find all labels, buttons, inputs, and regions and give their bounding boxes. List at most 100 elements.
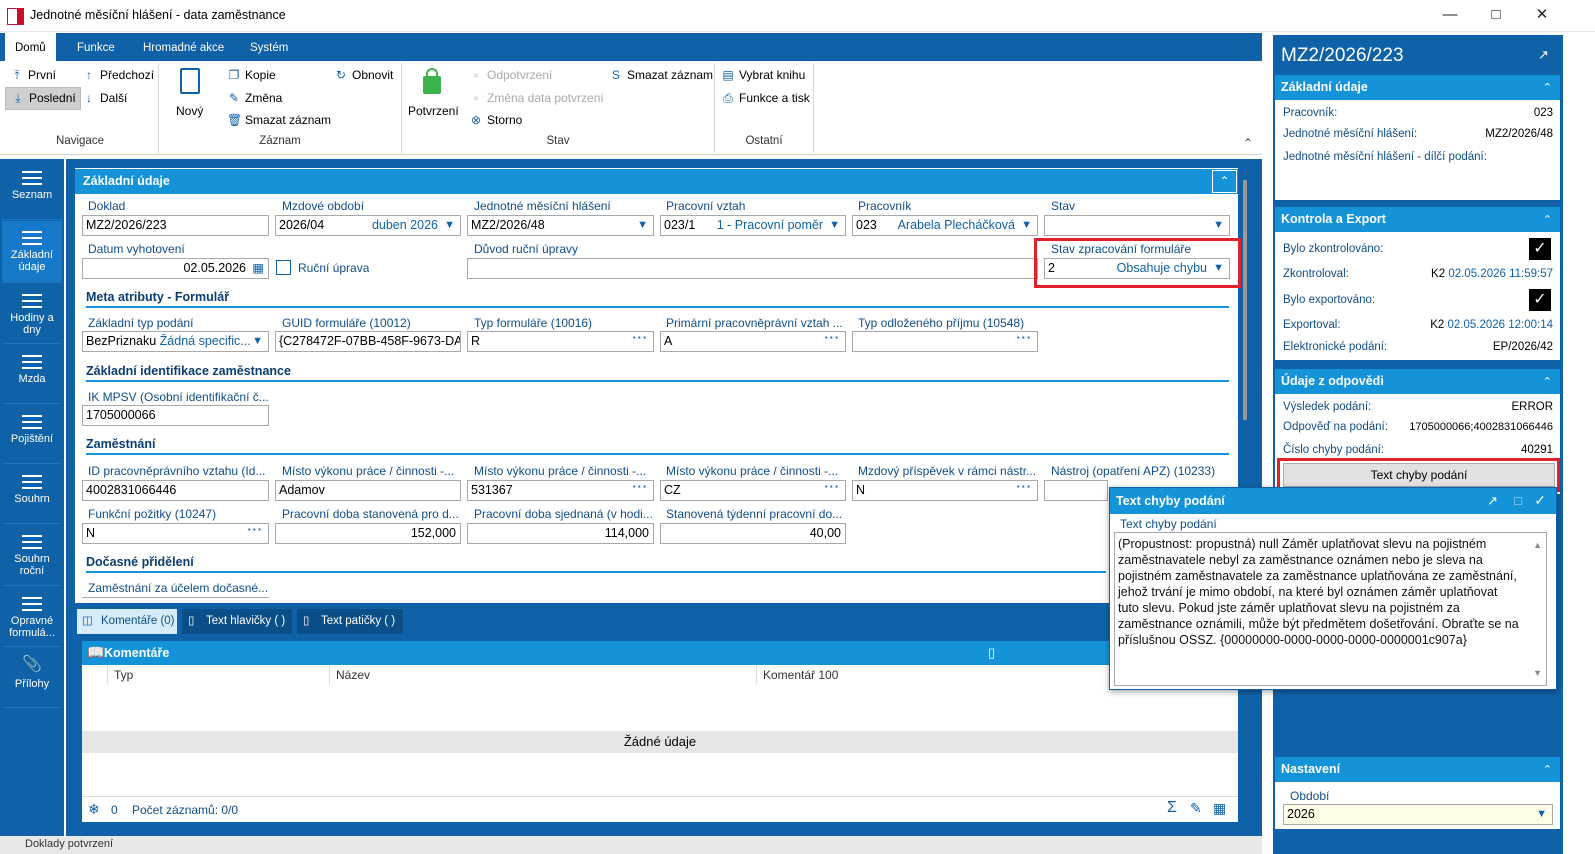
close-icon[interactable]: ✕ <box>1519 0 1565 32</box>
stav-select[interactable]: ▼ <box>1044 215 1230 236</box>
obdobi-select[interactable]: 2026 ▼ <box>1283 804 1553 825</box>
storno-button[interactable]: ⊗ Storno <box>469 113 522 127</box>
tab-domu[interactable]: Domů <box>5 33 56 61</box>
doba-sjednana-input[interactable]: 114,000 <box>467 523 654 544</box>
minimize-icon[interactable]: — <box>1427 0 1473 32</box>
chevron-up-icon[interactable]: ⌃ <box>1543 375 1552 388</box>
confirm-check-icon[interactable]: ✓ <box>1534 492 1546 509</box>
tab-system[interactable]: Systém <box>240 33 298 61</box>
collapse-ribbon-icon[interactable]: ⌃ <box>1243 136 1253 150</box>
pracovni-vztah-select[interactable]: 023/1 1 - Pracovní poměr ▼ <box>660 215 846 236</box>
chevron-up-icon[interactable]: ⌃ <box>1543 81 1552 94</box>
rucni-uprava-checkbox[interactable] <box>276 260 291 275</box>
mzdovy-prispevek-input[interactable]: N ··· <box>852 480 1038 501</box>
datum-vyhotoveni-input[interactable]: 02.05.2026 ▦ <box>82 258 269 279</box>
nastroj-input[interactable] <box>1044 480 1108 501</box>
doklad-input[interactable]: MZ2/2026/223 <box>82 215 269 236</box>
new-document-icon[interactable] <box>180 68 200 94</box>
sidenav-mzda[interactable]: Mzda <box>2 345 62 404</box>
sidenav-zakladni-udaje[interactable]: Základní údaje <box>2 221 62 283</box>
ellipsis-icon[interactable]: ··· <box>825 332 841 348</box>
primarni-vztah-label: Primární pracovněprávní vztah ... <box>666 316 843 330</box>
scroll-down-icon[interactable]: ▼ <box>1533 665 1542 681</box>
typ-odlozeneho-input[interactable]: ··· <box>852 331 1038 352</box>
tab-text-hlavicky[interactable]: ▯ Text hlavičky ( ) <box>182 609 292 634</box>
funkcni-pozitky-input[interactable]: N ··· <box>82 523 269 544</box>
sidenav-seznam[interactable]: Seznam <box>2 161 62 220</box>
misto1-input[interactable]: Adamov <box>275 480 461 501</box>
jmh-select[interactable]: MZ2/2026/48 ▼ <box>467 215 654 236</box>
primarni-vztah-input[interactable]: A ··· <box>660 331 846 352</box>
ellipsis-icon[interactable]: ··· <box>825 481 841 497</box>
snowflake-icon[interactable]: ❄ <box>88 801 100 818</box>
zamestnani-ucel-input[interactable] <box>82 597 269 603</box>
refresh-button[interactable]: ↻ Obnovit <box>334 68 393 82</box>
sidenav-pojisteni[interactable]: Pojištění <box>2 405 62 464</box>
ellipsis-icon[interactable]: ··· <box>633 481 649 497</box>
sidenav-souhrn-rocni[interactable]: Souhrn roční <box>2 525 62 586</box>
maximize-icon[interactable]: □ <box>1473 0 1519 32</box>
functions-print-button[interactable]: ⎙ Funkce a tisk <box>721 91 810 106</box>
duvod-input[interactable] <box>467 258 1038 279</box>
pracovnik-select[interactable]: 023 Arabela Plecháčková ▼ <box>852 215 1038 236</box>
mzdove-obdobi-select[interactable]: 2026/04 duben 2026 ▼ <box>275 215 461 236</box>
confirm-button[interactable]: Potvrzení <box>408 104 459 118</box>
chevron-down-icon: ▼ <box>1213 262 1224 274</box>
chevron-up-icon[interactable]: ⌃ <box>1543 213 1552 226</box>
vertical-scrollbar[interactable] <box>1243 180 1247 420</box>
guid-input[interactable]: {C278472F-07BB-458F-9673-DAC <box>275 331 461 352</box>
scroll-up-icon[interactable]: ▲ <box>1533 537 1542 553</box>
stav-zpracovani-select[interactable]: 2 Obsahuje chybu ▼ <box>1044 258 1230 279</box>
doklad-label: Doklad <box>88 199 126 213</box>
checkbox-checked-icon[interactable]: ✓ <box>1529 238 1551 260</box>
popout-icon[interactable]: ↗ <box>1538 47 1549 63</box>
column-typ[interactable]: Typ <box>108 665 330 685</box>
text-chyby-podani-button[interactable]: Text chyby podání <box>1283 463 1555 487</box>
tydenni-input[interactable]: 40,00 <box>660 523 846 544</box>
edit-icon[interactable]: ✎ <box>1190 800 1202 817</box>
new-button[interactable]: Nový <box>176 104 203 118</box>
next-button[interactable]: ↓ Další <box>82 91 127 105</box>
chevron-up-icon[interactable]: ⌃ <box>1543 763 1552 776</box>
sidenav-souhrn[interactable]: Souhrn <box>2 465 62 524</box>
choose-book-button[interactable]: ▤ Vybrat knihu <box>721 68 805 82</box>
book-icon: ▤ <box>722 68 734 82</box>
doba-stanovena-input[interactable]: 152,000 <box>275 523 461 544</box>
zakladni-typ-select[interactable]: BezPriznaku Žádná specific... ▼ <box>82 331 269 352</box>
tab-funkce[interactable]: Funkce <box>67 33 125 61</box>
ellipsis-icon[interactable]: ··· <box>1017 481 1033 497</box>
misto3-input[interactable]: CZ ··· <box>660 480 846 501</box>
ellipsis-icon[interactable]: ··· <box>633 332 649 348</box>
copy-button[interactable]: ❐ Kopie <box>227 68 276 82</box>
collapse-section-icon[interactable]: ⌃ <box>1212 170 1237 193</box>
ellipsis-icon[interactable]: ··· <box>1017 332 1033 348</box>
sidenav-opravne-formulare[interactable]: Opravné formulá... <box>2 587 62 647</box>
new-comment-icon[interactable]: ▯ <box>988 645 995 661</box>
ik-mpsv-input[interactable]: 1705000066 <box>82 405 269 426</box>
checkbox-checked-icon[interactable]: ✓ <box>1529 289 1551 311</box>
change-button[interactable]: ✎ Změna <box>227 91 282 105</box>
change-confirm-date-button[interactable]: ▫ Změna data potvrzení <box>469 91 604 105</box>
typ-formulare-input[interactable]: R ··· <box>467 331 654 352</box>
tab-hromadne-akce[interactable]: Hromadné akce <box>133 33 234 61</box>
popout-icon[interactable]: ↗ <box>1487 493 1498 509</box>
column-nazev[interactable]: Název <box>330 665 757 685</box>
delete-record-button[interactable]: 🗑 Smazat záznam <box>227 113 331 127</box>
error-text-area[interactable]: (Propustnost: propustná) null Záměr upla… <box>1114 532 1547 686</box>
tab-text-paticky[interactable]: ▯ Text patičky ( ) <box>297 609 403 634</box>
id-vztahu-input[interactable]: 4002831066446 <box>82 480 269 501</box>
docasne-section-title: Dočasné přidělení <box>86 555 1106 573</box>
previous-button[interactable]: ↑ Předchozí <box>82 68 154 82</box>
delete-record-state-button[interactable]: S Smazat záznam <box>609 68 713 82</box>
last-button[interactable]: ⤓ Poslední <box>5 87 81 110</box>
window-icon[interactable]: □ <box>1514 493 1522 508</box>
sidenav-prilohy[interactable]: 📎 Přílohy <box>2 648 62 708</box>
sum-icon[interactable]: Σ <box>1167 799 1177 817</box>
tab-komentare[interactable]: ◫ Komentáře (0) <box>77 609 177 634</box>
grid-settings-icon[interactable]: ▦ <box>1213 800 1226 817</box>
sidenav-hodiny-a-dny[interactable]: Hodiny a dny <box>2 284 62 344</box>
unconfirm-button[interactable]: ▫ Odpotvrzení <box>469 68 553 82</box>
first-button[interactable]: ⤒ První <box>10 68 56 83</box>
ellipsis-icon[interactable]: ··· <box>248 524 264 540</box>
misto2-input[interactable]: 531367 ··· <box>467 480 654 501</box>
